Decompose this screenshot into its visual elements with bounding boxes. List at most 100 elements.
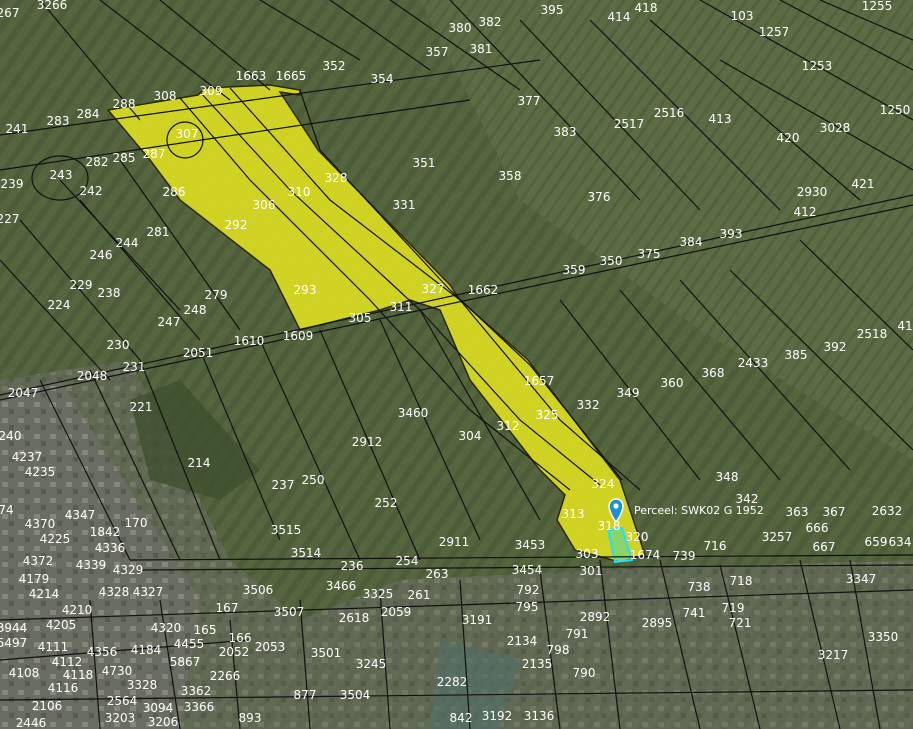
parcel-number-label: 877 bbox=[294, 688, 317, 702]
parcel-number-label: 3203 bbox=[105, 711, 136, 725]
parcel-number-label: 3136 bbox=[524, 709, 555, 723]
parcel-number-label: 1255 bbox=[862, 0, 893, 13]
parcel-number-label: 1842 bbox=[90, 525, 121, 539]
cadastral-map[interactable]: 267 3266 395 414 418 103 1255 1257 1253 380 382 381… bbox=[0, 0, 913, 729]
parcel-number-label: 354 bbox=[371, 72, 394, 86]
parcel-number-label: 375 bbox=[638, 247, 661, 261]
parcel-number-label: 2517 bbox=[614, 117, 645, 131]
parcel-number-label: 5867 bbox=[170, 655, 201, 669]
parcel-number-label: 3454 bbox=[512, 563, 543, 577]
parcel-number-label: 3245 bbox=[356, 657, 387, 671]
parcel-number-label: 2911 bbox=[439, 535, 470, 549]
parcel-number-label: 311 bbox=[390, 300, 413, 314]
parcel-number-label: 413 bbox=[709, 112, 732, 126]
parcel-number-label: 1610 bbox=[234, 334, 265, 348]
parcel-number-label: 247 bbox=[158, 315, 181, 329]
parcel-number-label: 3206 bbox=[148, 715, 179, 729]
parcel-number-label: 2516 bbox=[654, 106, 685, 120]
parcel-number-label: 2052 bbox=[219, 645, 250, 659]
parcel-number-label: 237 bbox=[272, 478, 295, 492]
parcel-number-label: 166 bbox=[229, 631, 252, 645]
parcel-number-label: 4336 bbox=[95, 541, 126, 555]
parcel-number-label: 310 bbox=[288, 185, 311, 199]
parcel-number-label: 376 bbox=[588, 190, 611, 204]
parcel-number-label: 221 bbox=[130, 400, 153, 414]
parcel-number-label: 718 bbox=[730, 574, 753, 588]
parcel-number-label: 286 bbox=[163, 185, 186, 199]
parcel-number-label: 3325 bbox=[363, 587, 394, 601]
parcel-number-label: 791 bbox=[566, 627, 589, 641]
parcel-number-label: 3347 bbox=[846, 572, 877, 586]
parcel-number-label: 4214 bbox=[29, 587, 60, 601]
parcel-number-label: 3257 bbox=[762, 530, 793, 544]
parcel-number-label: 395 bbox=[541, 3, 564, 17]
parcel-number-label: 3453 bbox=[515, 538, 546, 552]
parcel-number-label: 332 bbox=[577, 398, 600, 412]
parcel-number-label: 2059 bbox=[381, 605, 412, 619]
parcel-number-label: 238 bbox=[98, 286, 121, 300]
parcel-number-label: 4237 bbox=[12, 450, 43, 464]
parcel-number-label: 421 bbox=[852, 177, 875, 191]
parcel-number-label: 349 bbox=[617, 386, 640, 400]
parcel-number-label: 350 bbox=[600, 254, 623, 268]
parcel-number-label: 4111 bbox=[38, 640, 69, 654]
parcel-number-label: 2048 bbox=[77, 369, 108, 383]
parcel-number-label: 357 bbox=[426, 45, 449, 59]
parcel-number-label: 1253 bbox=[802, 59, 833, 73]
parcel-number-label: 3366 bbox=[184, 700, 215, 714]
map-pin-center bbox=[613, 503, 619, 509]
parcel-number-label: 3217 bbox=[818, 648, 849, 662]
parcel-number-label: 4108 bbox=[9, 666, 40, 680]
parcel-number-label: 248 bbox=[184, 303, 207, 317]
parcel-number-label: 2282 bbox=[437, 675, 468, 689]
parcel-number-label: 2047 bbox=[8, 386, 39, 400]
parcel-number-label: 2051 bbox=[183, 346, 214, 360]
parcel-number-label: 1665 bbox=[276, 69, 307, 83]
parcel-number-label: 236 bbox=[341, 559, 364, 573]
parcel-number-label: 2618 bbox=[339, 611, 370, 625]
parcel-number-label: 4455 bbox=[174, 637, 205, 651]
parcel-number-label: 313 bbox=[562, 507, 585, 521]
parcel-number-label: 738 bbox=[688, 580, 711, 594]
parcel-number-label: 385 bbox=[785, 348, 808, 362]
parcel-number-label: 2632 bbox=[872, 504, 903, 518]
parcel-number-label: 3192 bbox=[482, 709, 513, 723]
parcel-number-label: 170 bbox=[125, 516, 148, 530]
parcel-number-label: 4329 bbox=[113, 563, 144, 577]
parcel-number-label: 4372 bbox=[23, 554, 54, 568]
parcel-number-label: 3350 bbox=[868, 630, 899, 644]
parcel-number-label: 1609 bbox=[283, 329, 314, 343]
parcel-number-label: 4210 bbox=[62, 603, 93, 617]
parcel-number-label: 250 bbox=[302, 473, 325, 487]
parcel-number-label: 2106 bbox=[32, 699, 63, 713]
parcel-number-label: 2892 bbox=[580, 610, 611, 624]
parcel-number-label: 230 bbox=[107, 338, 130, 352]
parcel-number-label: 227 bbox=[0, 212, 19, 226]
parcel-number-label: 359 bbox=[563, 263, 586, 277]
parcel-number-label: 74 bbox=[0, 503, 14, 517]
parcel-number-label: 4327 bbox=[133, 585, 164, 599]
parcel-number-label: 2518 bbox=[857, 327, 888, 341]
parcel-number-label: 281 bbox=[147, 225, 170, 239]
parcel-number-label: 719 bbox=[722, 601, 745, 615]
map-canvas[interactable]: 267 3266 395 414 418 103 1255 1257 1253 380 382 381… bbox=[0, 0, 913, 729]
parcel-number-label: 4235 bbox=[25, 465, 56, 479]
parcel-number-label: 360 bbox=[661, 376, 684, 390]
parcel-number-label: 325 bbox=[536, 408, 559, 422]
parcel-number-label: 167 bbox=[216, 601, 239, 615]
parcel-number-label: 103 bbox=[731, 9, 754, 23]
parcel-number-label: 382 bbox=[479, 15, 502, 29]
parcel-number-label: 165 bbox=[194, 623, 217, 637]
parcel-number-label: 4184 bbox=[131, 643, 162, 657]
parcel-number-label: 2266 bbox=[210, 669, 241, 683]
parcel-number-label: 739 bbox=[673, 549, 696, 563]
parcel-number-label: 4320 bbox=[151, 621, 182, 635]
parcel-number-label: 741 bbox=[683, 606, 706, 620]
parcel-number-label: 261 bbox=[408, 588, 431, 602]
parcel-number-label: 4347 bbox=[65, 508, 96, 522]
parcel-number-label: 288 bbox=[113, 97, 136, 111]
parcel-number-label: 324 bbox=[592, 477, 615, 491]
parcel-number-label: 1662 bbox=[468, 283, 499, 297]
parcel-number-label: 414 bbox=[608, 10, 631, 24]
parcel-number-label: 4116 bbox=[48, 681, 79, 695]
